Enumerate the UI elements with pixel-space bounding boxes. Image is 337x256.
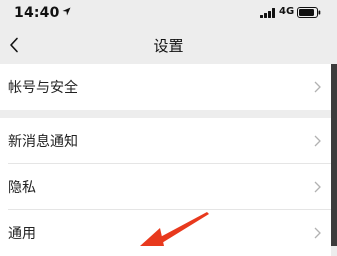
location-arrow-icon [62,7,71,16]
signal-bars-icon [260,8,275,18]
settings-group-account: 帐号与安全 [0,64,331,110]
network-type: 4G [279,6,295,17]
settings-item-label: 隐私 [8,180,36,196]
settings-item-label: 帐号与安全 [8,80,78,96]
battery-icon [297,7,321,18]
chevron-right-icon [314,135,321,147]
settings-item-general[interactable]: 通用 [0,210,331,256]
right-edge-strip [331,64,337,246]
settings-item-privacy[interactable]: 隐私 [0,164,331,210]
navigation-bar: 设置 [0,26,337,64]
settings-item-label: 通用 [8,226,36,242]
chevron-right-icon [314,81,321,93]
status-time: 14:40 [14,5,71,21]
settings-item-account-security[interactable]: 帐号与安全 [0,64,331,110]
settings-item-label: 新消息通知 [8,134,78,150]
chevron-right-icon [314,227,321,239]
settings-item-notifications[interactable]: 新消息通知 [0,118,331,164]
chevron-right-icon [314,181,321,193]
settings-group-general: 新消息通知 隐私 通用 [0,118,331,256]
status-bar: 14:40 4G [0,0,337,26]
page-title: 设置 [153,37,184,55]
